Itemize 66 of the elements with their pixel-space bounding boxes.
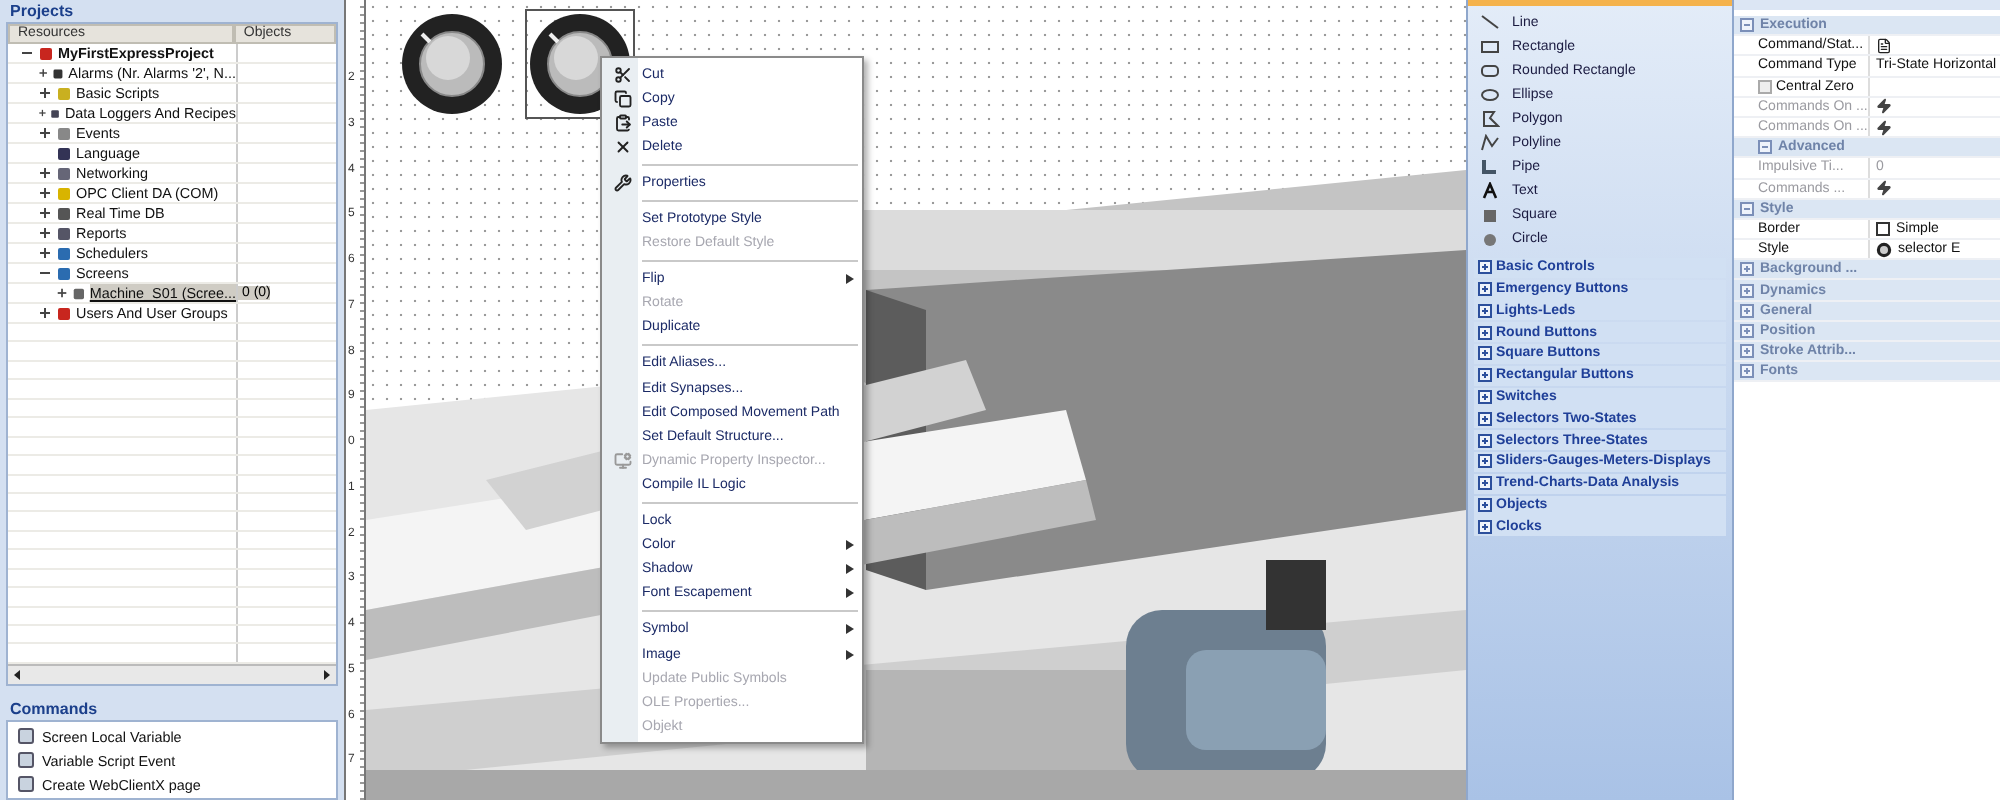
expand-icon[interactable] bbox=[38, 246, 52, 260]
pipe-icon bbox=[1480, 157, 1500, 175]
node-icon bbox=[56, 305, 72, 321]
expand-icon[interactable] bbox=[1478, 282, 1492, 297]
expand-icon[interactable] bbox=[1478, 411, 1492, 426]
rounded-rectangle-icon bbox=[1480, 61, 1500, 79]
document-icon[interactable] bbox=[1876, 37, 1892, 54]
expand-icon[interactable] bbox=[38, 106, 47, 120]
checkbox[interactable] bbox=[1758, 79, 1772, 94]
node-icon bbox=[50, 105, 61, 121]
square-icon bbox=[1480, 205, 1500, 223]
expand-icon[interactable] bbox=[1478, 325, 1492, 340]
node-icon bbox=[56, 185, 72, 201]
polyline-icon bbox=[1480, 133, 1500, 151]
node-icon bbox=[56, 165, 72, 181]
scissors-icon bbox=[613, 65, 631, 84]
collapse-icon[interactable] bbox=[20, 46, 34, 60]
panel-title: Projects bbox=[8, 0, 76, 22]
expand-icon[interactable] bbox=[1478, 260, 1492, 275]
expand-icon[interactable] bbox=[1478, 433, 1492, 448]
horizontal-scrollbar[interactable] bbox=[8, 664, 336, 684]
expand-icon[interactable] bbox=[1478, 454, 1492, 469]
delete-icon bbox=[613, 137, 631, 156]
collapse-icon[interactable] bbox=[38, 266, 52, 280]
node-icon bbox=[56, 245, 72, 261]
node-icon bbox=[56, 125, 72, 141]
expand-icon[interactable] bbox=[1478, 498, 1492, 513]
selector-knob-icon[interactable] bbox=[396, 8, 508, 120]
circle-icon bbox=[1480, 229, 1500, 247]
ellipse-icon bbox=[1480, 85, 1500, 103]
expand-icon[interactable] bbox=[38, 226, 52, 240]
wrench-icon bbox=[613, 173, 631, 192]
expand-icon[interactable] bbox=[1478, 368, 1492, 383]
expand-icon[interactable] bbox=[1478, 303, 1492, 318]
expand-icon[interactable] bbox=[38, 186, 52, 200]
node-icon bbox=[56, 145, 72, 161]
lightning-icon[interactable] bbox=[1876, 180, 1892, 197]
panel-title: Commands bbox=[8, 698, 100, 720]
expand-icon[interactable] bbox=[1478, 476, 1492, 491]
node-icon bbox=[52, 65, 65, 81]
expand-icon[interactable] bbox=[56, 286, 69, 300]
clipboard-icon bbox=[613, 113, 631, 132]
node-icon bbox=[56, 85, 72, 101]
node-icon bbox=[72, 285, 86, 301]
polygon-icon bbox=[1480, 109, 1500, 127]
lightning-icon[interactable] bbox=[1876, 98, 1892, 115]
letter-icon bbox=[1480, 181, 1500, 199]
node-icon bbox=[56, 265, 72, 281]
node-icon bbox=[56, 225, 72, 241]
expand-icon[interactable] bbox=[38, 306, 52, 320]
knob-icon bbox=[1876, 241, 1892, 258]
expand-icon[interactable] bbox=[38, 86, 52, 100]
node-icon bbox=[38, 45, 54, 61]
lightning-icon[interactable] bbox=[1876, 119, 1892, 136]
expand-icon[interactable] bbox=[38, 166, 52, 180]
expand-icon[interactable] bbox=[38, 206, 52, 220]
monitor-icon bbox=[613, 451, 631, 470]
expand-icon[interactable] bbox=[1478, 346, 1492, 361]
expand-icon[interactable] bbox=[38, 66, 49, 80]
expand-icon[interactable] bbox=[1478, 390, 1492, 405]
line-icon bbox=[1480, 13, 1500, 31]
expand-icon[interactable] bbox=[1478, 519, 1492, 534]
node-icon bbox=[56, 205, 72, 221]
copy-icon bbox=[613, 89, 631, 108]
rectangle-icon bbox=[1480, 37, 1500, 55]
expand-icon[interactable] bbox=[38, 126, 52, 140]
